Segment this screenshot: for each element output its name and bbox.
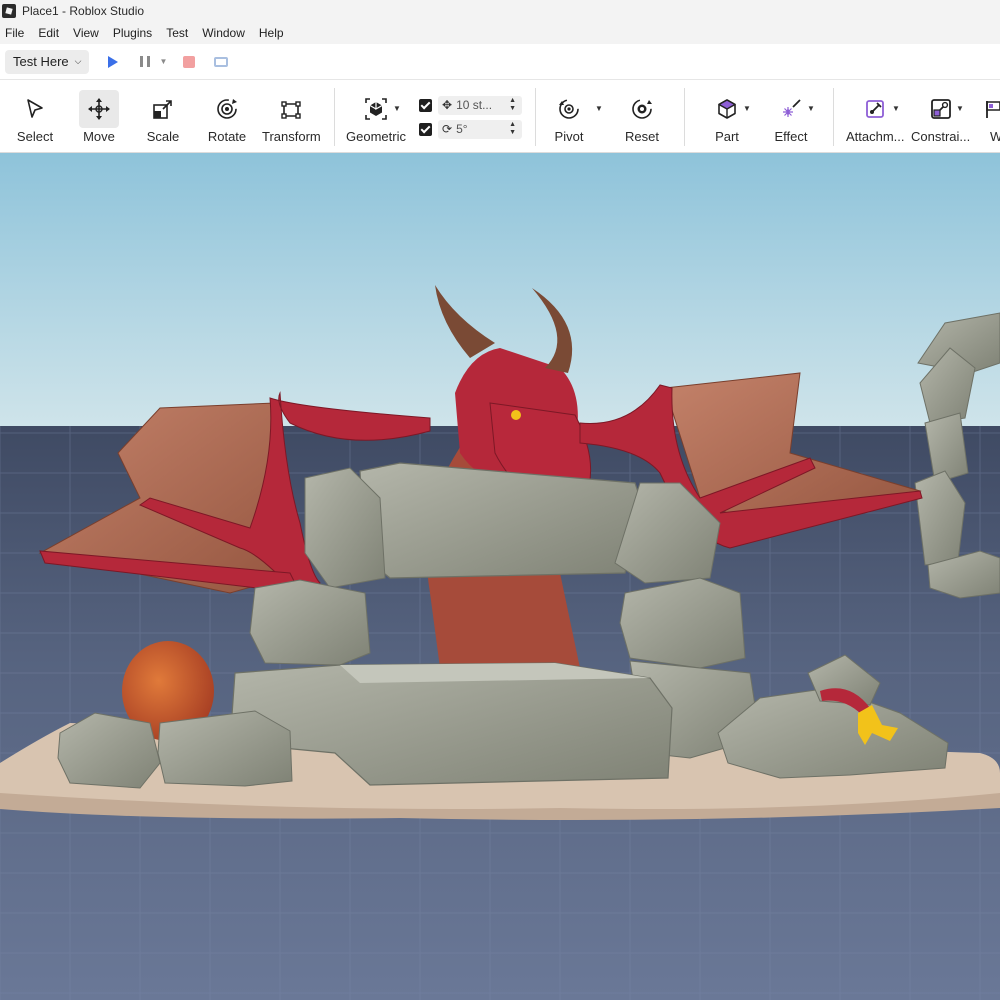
constraint-label: Constrai... (911, 129, 971, 144)
menu-bar: File Edit View Plugins Test Window Help (0, 22, 1000, 44)
test-mode-label: Test Here (13, 54, 69, 69)
pivot-label: Pivot (554, 129, 584, 144)
menu-plugins[interactable]: Plugins (113, 26, 152, 40)
cursor-arrow-icon (15, 90, 55, 128)
ribbon-toolbar: Select Move Scale Rotate Transform Geome… (0, 80, 1000, 153)
roblox-studio-logo-icon (2, 4, 16, 18)
move-tool-button[interactable]: Move (79, 90, 119, 144)
part-dropdown-chevron-icon[interactable]: ▼ (743, 104, 751, 113)
test-toolbar: Test Here ⌵ ▼ (0, 44, 1000, 80)
pivot-icon (549, 90, 589, 128)
effect-label: Effect (774, 129, 808, 144)
insert-effect-button[interactable]: Effect (771, 90, 811, 144)
transform-tool-label: Transform (262, 129, 321, 144)
move-tool-label: Move (83, 129, 115, 144)
overflow-tool-button[interactable]: W (978, 90, 1000, 144)
menu-edit[interactable]: Edit (38, 26, 59, 40)
3d-viewport[interactable] (0, 153, 1000, 1000)
effect-sparkle-icon (771, 90, 811, 128)
menu-test[interactable]: Test (166, 26, 188, 40)
move-snap-field[interactable]: ✥ 10 st... ▲ ▼ (438, 95, 522, 115)
window-title: Place1 - Roblox Studio (22, 4, 145, 18)
move-snap-stepper[interactable]: ▲ ▼ (509, 97, 516, 113)
ribbon-separator (833, 88, 834, 146)
insert-part-button[interactable]: Part (707, 90, 747, 144)
menu-help[interactable]: Help (259, 26, 284, 40)
attachment-icon (855, 90, 895, 128)
play-icon (108, 55, 119, 68)
select-tool-button[interactable]: Select (15, 90, 55, 144)
move-arrows-icon (79, 90, 119, 128)
pivot-button[interactable]: Pivot (549, 90, 589, 144)
stop-button[interactable] (181, 54, 197, 70)
geometric-cube-icon (356, 90, 396, 128)
constraint-icon (921, 90, 961, 128)
move-snap-icon: ✥ (442, 98, 453, 112)
pause-options-chevron-icon[interactable]: ▼ (159, 57, 167, 66)
rotate-tool-button[interactable]: Rotate (207, 90, 247, 144)
transform-tool-button[interactable]: Transform (262, 90, 321, 144)
pause-icon (140, 56, 151, 67)
menu-window[interactable]: Window (202, 26, 245, 40)
constraint-button[interactable]: Constrai... (911, 90, 970, 144)
pause-button[interactable] (137, 54, 153, 70)
menu-file[interactable]: File (5, 26, 24, 40)
geometric-dropdown-chevron-icon[interactable]: ▼ (393, 104, 401, 113)
rotate-tool-label: Rotate (207, 129, 247, 144)
geometric-mode-label: Geometric (346, 129, 406, 144)
stop-icon (183, 55, 196, 68)
scale-tool-button[interactable]: Scale (143, 90, 183, 144)
rotate-snap-checkbox[interactable] (419, 122, 432, 136)
attachment-dropdown-chevron-icon[interactable]: ▼ (892, 104, 900, 113)
rotate-snap-stepper[interactable]: ▲ ▼ (509, 121, 516, 137)
flag-icon (978, 90, 1000, 128)
ribbon-separator (535, 88, 536, 146)
part-cube-icon (707, 90, 747, 128)
move-snap-row: ✥ 10 st... ▲ ▼ (419, 95, 522, 115)
select-tool-label: Select (16, 129, 54, 144)
part-label: Part (715, 129, 739, 144)
move-snap-checkbox[interactable] (419, 98, 432, 112)
title-bar: Place1 - Roblox Studio (0, 0, 1000, 22)
menu-view[interactable]: View (73, 26, 99, 40)
chevron-down-icon: ⌵ (74, 56, 82, 66)
ribbon-separator (684, 88, 685, 146)
test-mode-dropdown[interactable]: Test Here ⌵ (5, 49, 90, 74)
ribbon-separator (334, 88, 335, 146)
reset-pivot-icon (622, 90, 662, 128)
geometric-mode-button[interactable]: Geometric (346, 90, 406, 144)
attachment-label: Attachm... (846, 129, 905, 144)
rotate-snap-icon: ⟳ (442, 122, 453, 136)
rotate-snap-value: 5° (456, 122, 468, 136)
scale-icon (143, 90, 183, 128)
move-snap-value: 10 st... (456, 98, 493, 112)
constraint-dropdown-chevron-icon[interactable]: ▼ (956, 104, 964, 113)
scene-render (0, 153, 1000, 1000)
reset-pivot-button[interactable]: Reset (622, 90, 662, 144)
rotate-snap-field[interactable]: ⟳ 5° ▲ ▼ (438, 119, 522, 139)
pivot-dropdown-chevron-icon[interactable]: ▼ (595, 104, 603, 113)
play-button[interactable] (105, 54, 121, 70)
reset-pivot-label: Reset (625, 129, 659, 144)
overflow-tool-label: W (990, 129, 1000, 144)
effect-dropdown-chevron-icon[interactable]: ▼ (807, 104, 815, 113)
rotate-snap-row: ⟳ 5° ▲ ▼ (419, 119, 522, 139)
monitor-icon (214, 56, 229, 67)
rotate-icon (207, 90, 247, 128)
client-server-button[interactable] (213, 54, 229, 70)
transform-icon (262, 90, 320, 128)
attachment-button[interactable]: Attachm... (846, 90, 905, 144)
scale-tool-label: Scale (146, 129, 180, 144)
